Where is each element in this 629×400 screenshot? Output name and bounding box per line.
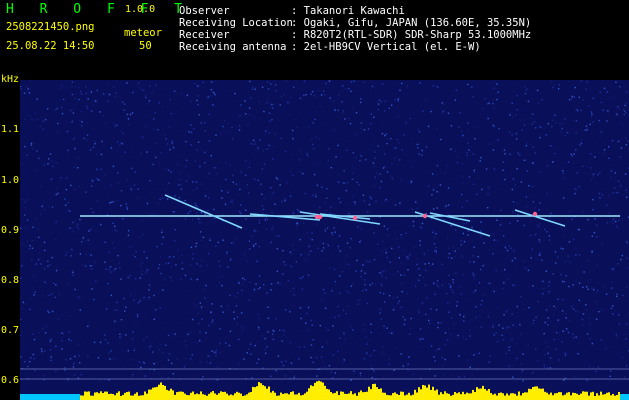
info-value-antenna: : 2el-HB9CV Vertical (el. E-W) bbox=[291, 41, 481, 53]
info-value-observer: : Takanori Kawachi bbox=[291, 5, 405, 17]
info-label-antenna: Receiving antenna bbox=[179, 41, 287, 53]
y-tick-label: 0.8 bbox=[1, 275, 20, 286]
meteor-head bbox=[317, 214, 323, 220]
info-label-observer: Observer bbox=[179, 5, 230, 17]
info-value-location: : Ogaki, Gifu, JAPAN (136.60E, 35.35N) bbox=[291, 17, 532, 29]
count-label: 50 bbox=[139, 40, 152, 52]
info-value-receiver: : R820T2(RTL-SDR) SDR-Sharp 53.1000MHz bbox=[291, 29, 532, 41]
baseline-left bbox=[20, 394, 80, 400]
type-label: meteor bbox=[124, 27, 162, 39]
baseline-right bbox=[620, 394, 629, 400]
version-label: 1.0.0 bbox=[125, 4, 156, 15]
spectrogram-panel bbox=[20, 80, 629, 400]
app-title: H R O F F T bbox=[6, 2, 192, 17]
meteor-head bbox=[422, 213, 428, 219]
y-tick-label: 0.7 bbox=[1, 325, 20, 336]
meteor-head bbox=[352, 215, 358, 221]
y-tick-label: 1.1 bbox=[1, 124, 20, 135]
filename-label: 2508221450.png bbox=[6, 21, 95, 33]
noise-texture bbox=[20, 80, 629, 382]
info-label-location: Receiving Location bbox=[179, 17, 293, 29]
info-label-receiver: Receiver bbox=[179, 29, 230, 41]
y-tick-label: 0.6 bbox=[1, 375, 20, 386]
meteor-head bbox=[532, 211, 538, 217]
y-tick-label: 0.9 bbox=[1, 225, 20, 236]
signal-level-trace bbox=[80, 380, 620, 400]
meteor-echo bbox=[164, 194, 243, 229]
meteor-echo bbox=[249, 213, 321, 221]
datetime-label: 25.08.22 14:50 bbox=[6, 40, 95, 52]
y-tick-label: 1.0 bbox=[1, 175, 20, 186]
spectrogram-canvas bbox=[20, 80, 629, 400]
y-axis-unit: kHz bbox=[1, 74, 20, 85]
header-panel: H R O F F T 1.0.0 2508221450.png 25.08.2… bbox=[0, 0, 629, 75]
